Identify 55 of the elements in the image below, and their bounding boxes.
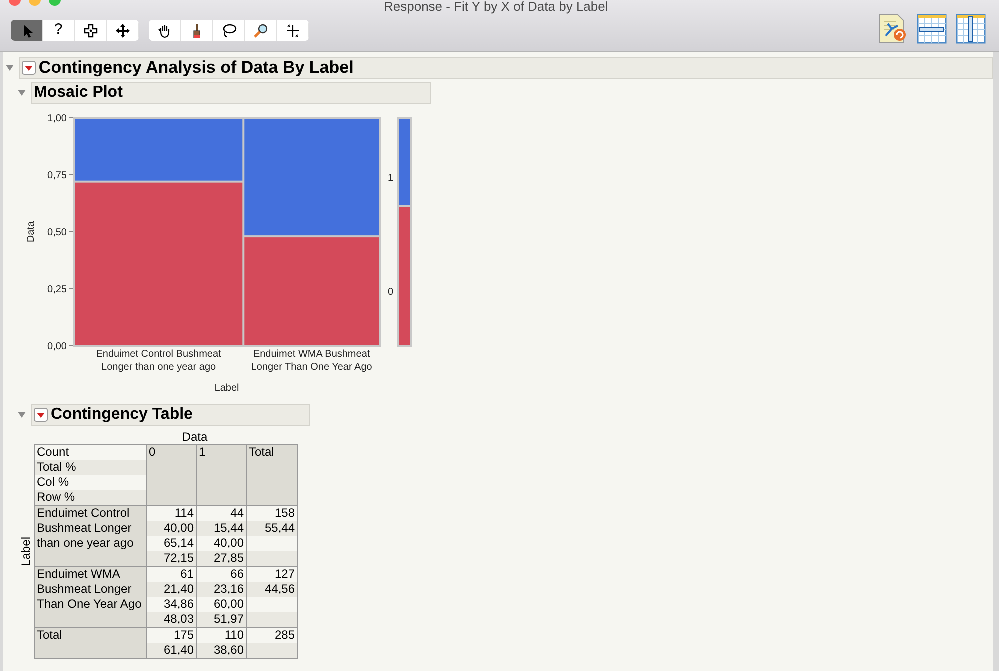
hand-icon — [156, 22, 172, 38]
dropdown-menu-icon[interactable] — [34, 408, 48, 422]
row-group-header: Label — [19, 536, 33, 566]
dropdown-menu-icon[interactable] — [22, 61, 36, 75]
table-cell: 61,40 — [147, 643, 196, 658]
table-cell: 51,97 — [197, 612, 246, 627]
table-cell: 55,44 — [247, 521, 297, 536]
move-arrows-icon — [114, 22, 130, 38]
arrow-tool-button[interactable] — [11, 20, 43, 41]
disclosure-triangle-icon[interactable] — [17, 88, 27, 98]
crosshair-icon — [82, 22, 98, 38]
tick-label: 0,50 — [48, 228, 67, 238]
table-cell: 27,85 — [197, 551, 246, 566]
table-cell: 15,44 — [197, 521, 246, 536]
row-label: Total — [35, 628, 147, 658]
scaler-icon — [284, 22, 300, 38]
hand-tool-button[interactable] — [149, 20, 181, 41]
section-title: Contingency Table — [51, 405, 193, 425]
table-columns-icon[interactable] — [956, 14, 986, 44]
table-cell: 21,40 — [147, 582, 196, 597]
disclosure-triangle-icon[interactable] — [5, 63, 15, 73]
statistic-label: Total % — [35, 460, 146, 475]
axis-title: Data — [26, 221, 37, 243]
statistic-label: Row % — [35, 490, 146, 505]
tick-label: 1,00 — [48, 114, 67, 124]
tick-mark — [68, 174, 74, 176]
table-cell: 38,60 — [197, 643, 246, 658]
table-cell: 40,00 — [147, 521, 196, 536]
table-cell: 44,56 — [247, 582, 297, 597]
tick-mark — [68, 288, 74, 290]
tick-label: 0,75 — [48, 170, 67, 182]
legend-label: 1 — [388, 172, 394, 184]
section-title: Mosaic Plot — [34, 83, 123, 103]
disclosure-triangle-icon[interactable] — [17, 410, 27, 420]
lasso-icon — [220, 22, 236, 38]
script-document-icon[interactable] — [878, 14, 908, 44]
table-rows-icon[interactable] — [917, 14, 947, 44]
column-header: Total — [247, 445, 297, 505]
table-cell: 48,03 — [147, 612, 196, 627]
row-label: Enduimet Control Bushmeat Longer than one year ago — [35, 506, 147, 566]
table-cell: 72,15 — [147, 551, 196, 566]
column-group-header: Data — [181, 430, 209, 444]
axis-title: Label — [214, 383, 240, 394]
legend-label: 0 — [388, 286, 394, 298]
tick-label: 0,25 — [48, 284, 67, 296]
category-label: Enduimet Control Bushmeat Longer than one year ago — [95, 348, 222, 374]
magnifier-icon — [252, 22, 268, 38]
column-header: 1 — [197, 445, 247, 505]
column-header: 0 — [147, 445, 197, 505]
window-title: Response - Fit Y by X of Data by Label — [384, 0, 608, 14]
section-title: Contingency Analysis of Data By Label — [38, 57, 354, 80]
table-cell: 23,16 — [197, 582, 246, 597]
row-label: Enduimet WMA Bushmeat Longer Than One Year Ago — [35, 567, 147, 627]
category-label: Enduimet WMA Bushmeat Longer Than One Year Ago — [250, 348, 374, 374]
tick-label: 0,00 — [48, 342, 67, 352]
